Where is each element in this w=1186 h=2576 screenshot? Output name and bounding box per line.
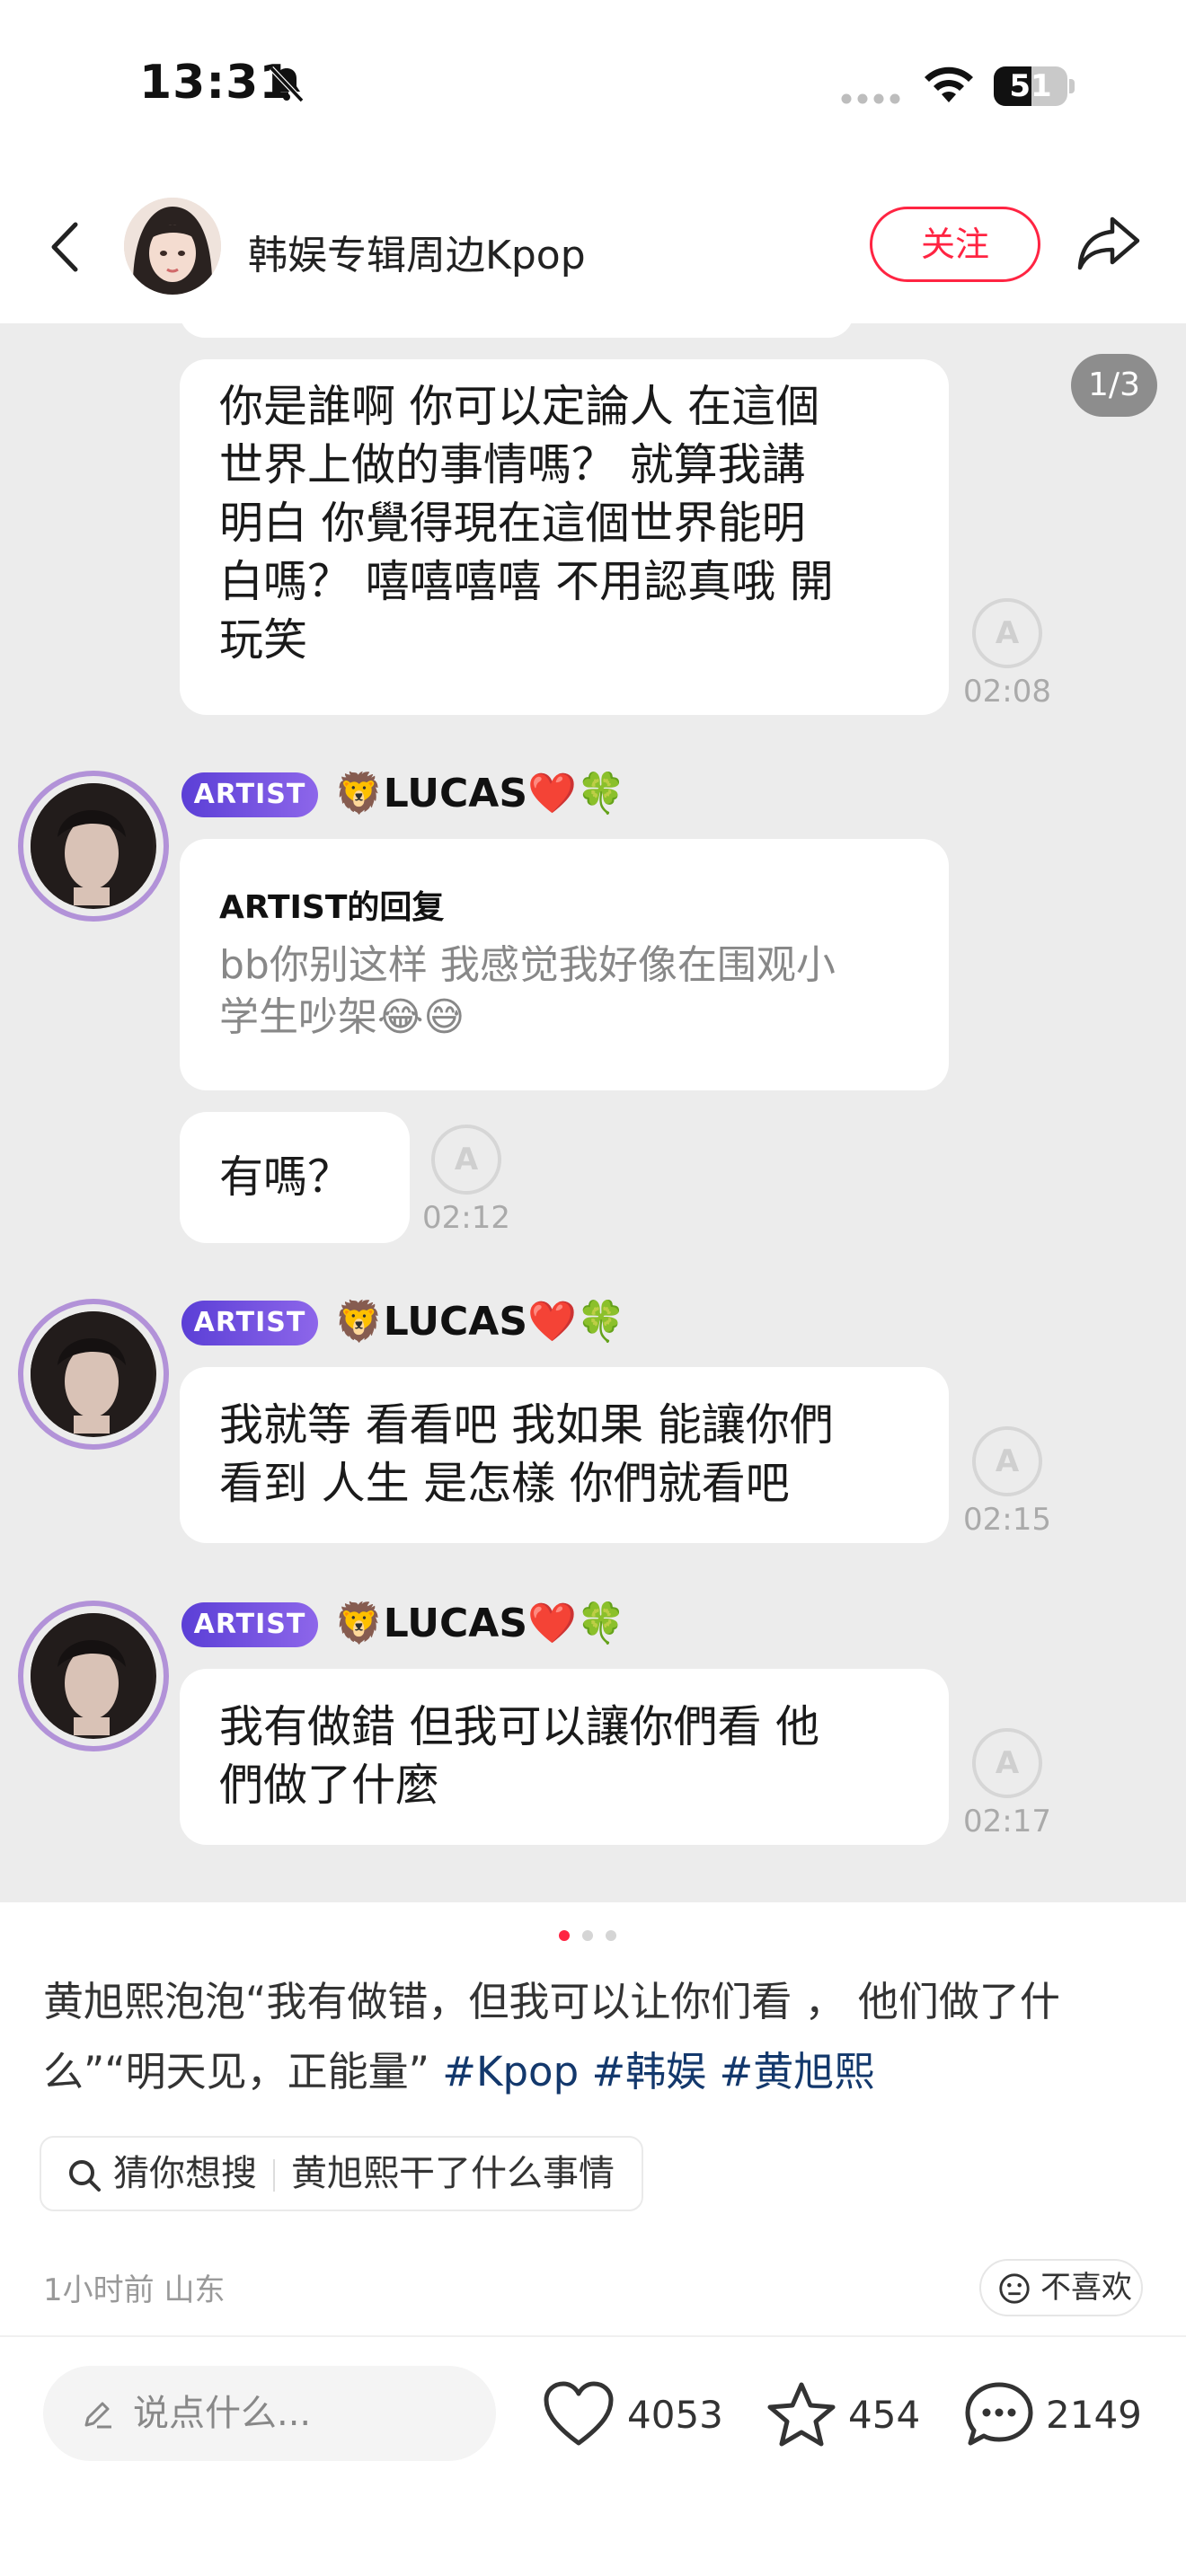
message-line: 們做了什麼	[219, 1760, 440, 1811]
message-time: 02:12	[422, 1200, 510, 1236]
chat-bubble: 我就等 看看吧 我如果 能讓你們 看到 人生 是怎樣 你們就看吧	[180, 1367, 949, 1543]
artist-portrait-icon	[31, 1311, 153, 1434]
like-button[interactable]: 4053	[543, 2375, 723, 2456]
note-image[interactable]: 1/3 你是誰啊 你可以定論人 在這個 世界上做的事情嗎？ 就算我講 明白 你覺…	[0, 323, 1186, 1902]
stamp-icon: A	[972, 1426, 1042, 1496]
stamp-icon: A	[972, 598, 1042, 668]
hashtag[interactable]: #韩娱	[591, 2048, 706, 2095]
hashtag[interactable]: #黄旭熙	[719, 2048, 874, 2095]
chat-bubble: 你是誰啊 你可以定論人 在這個 世界上做的事情嗎？ 就算我講 明白 你覺得現在這…	[180, 359, 949, 715]
share-icon[interactable]	[1075, 212, 1143, 275]
like-count: 4053	[627, 2393, 723, 2437]
stamp-icon: A	[431, 1125, 501, 1195]
message-line: 看到 人生 是怎樣 你們就看吧	[219, 1458, 790, 1509]
artist-badge: ARTIST	[181, 1602, 318, 1647]
battery-icon: 51	[994, 66, 1075, 106]
note-caption: 黄旭熙泡泡“我有做错，但我可以让你们看 ， 他们做了什 么”“明天见，正能量” …	[43, 1967, 1148, 2107]
artist-avatar	[18, 1601, 169, 1751]
note-header: 韩娱专辑周边Kpop 关注	[0, 180, 1186, 314]
artist-badge: ARTIST	[181, 1301, 318, 1345]
comment-button[interactable]: 2149	[963, 2375, 1152, 2456]
message-line: 白嗎？ 嘻嘻嘻嘻 不用認真哦 開	[219, 556, 834, 607]
comment-placeholder: 说点什么...	[133, 2393, 312, 2434]
suggest-label: 猜你想搜	[113, 2153, 257, 2194]
bell-muted-icon	[269, 66, 305, 103]
caption-line: 么”“明天见，正能量”	[43, 2048, 429, 2095]
battery-percent: 51	[1009, 68, 1052, 104]
artist-name: 🦁LUCAS❤️🍀	[334, 1299, 626, 1345]
reply-title: ARTIST的回复	[219, 889, 445, 926]
message-line: 你是誰啊 你可以定論人 在這個	[219, 381, 820, 432]
collect-count: 454	[848, 2393, 921, 2437]
post-time-location: 1小时前 山东	[43, 2272, 226, 2308]
collect-button[interactable]: 454	[766, 2375, 927, 2456]
back-arrow-icon[interactable]	[43, 216, 88, 278]
dislike-label: 不喜欢	[1040, 2270, 1132, 2306]
message-line: 我有做錯 但我可以讓你們看 他	[219, 1701, 820, 1752]
hashtag[interactable]: #Kpop	[442, 2048, 579, 2095]
message-time: 02:08	[963, 674, 1051, 710]
chat-bubble: 有嗎？	[180, 1112, 410, 1243]
artist-avatar	[18, 771, 169, 922]
author-avatar[interactable]	[124, 198, 221, 295]
message-line: 世界上做的事情嗎？ 就算我講	[219, 439, 806, 490]
message-line: 我就等 看看吧 我如果 能讓你們	[219, 1399, 834, 1451]
artist-avatar	[18, 1299, 169, 1450]
chat-bubble-cutoff	[180, 323, 854, 338]
message-line: 有嗎？	[219, 1151, 352, 1203]
status-bar: 13:31 51	[0, 0, 1186, 171]
caption-line: 黄旭熙泡泡“我有做错，但我可以让你们看 ， 他们做了什	[43, 1978, 1060, 2025]
message-time: 02:15	[963, 1502, 1051, 1538]
comment-count: 2149	[1046, 2393, 1142, 2437]
message-line: 明白 你覺得現在這個世界能明	[219, 498, 806, 549]
comment-input[interactable]: 说点什么...	[43, 2366, 496, 2461]
artist-name: 🦁LUCAS❤️🍀	[334, 771, 626, 816]
search-icon	[69, 2160, 101, 2192]
reply-line: bb你别这样 我感觉我好像在围观小	[219, 942, 836, 988]
artist-name: 🦁LUCAS❤️🍀	[334, 1601, 626, 1646]
dislike-button[interactable]: 不喜欢	[979, 2259, 1143, 2316]
wifi-icon	[925, 66, 973, 102]
chat-bubble: 我有做錯 但我可以讓你們看 他 們做了什麼	[180, 1669, 949, 1845]
suggest-query: 黄旭熙干了什么事情	[291, 2153, 615, 2194]
search-suggestion[interactable]: 猜你想搜 黄旭熙干了什么事情	[40, 2136, 643, 2211]
neutral-face-icon	[999, 2273, 1030, 2304]
artist-reply-bubble: ARTIST的回复 bb你别这样 我感觉我好像在围观小 学生吵架😂😅	[180, 839, 949, 1090]
reply-line: 学生吵架😂😅	[219, 994, 465, 1040]
carousel-indicator	[559, 1930, 616, 1941]
star-icon	[767, 2382, 836, 2447]
image-pager: 1/3	[1071, 354, 1157, 417]
heart-icon	[544, 2381, 614, 2446]
artist-badge: ARTIST	[181, 772, 318, 817]
artist-portrait-icon	[31, 1613, 153, 1735]
author-name[interactable]: 韩娱专辑周边Kpop	[248, 223, 586, 280]
message-time: 02:17	[963, 1804, 1051, 1839]
stamp-icon: A	[972, 1728, 1042, 1798]
divider	[0, 2335, 1186, 2337]
author-avatar-icon	[124, 198, 221, 295]
signal-dots-icon	[841, 93, 900, 104]
artist-portrait-icon	[31, 783, 153, 905]
pencil-icon	[84, 2402, 111, 2429]
comment-bubble-icon	[965, 2382, 1033, 2446]
message-line: 玩笑	[219, 614, 308, 666]
follow-button[interactable]: 关注	[870, 207, 1040, 282]
